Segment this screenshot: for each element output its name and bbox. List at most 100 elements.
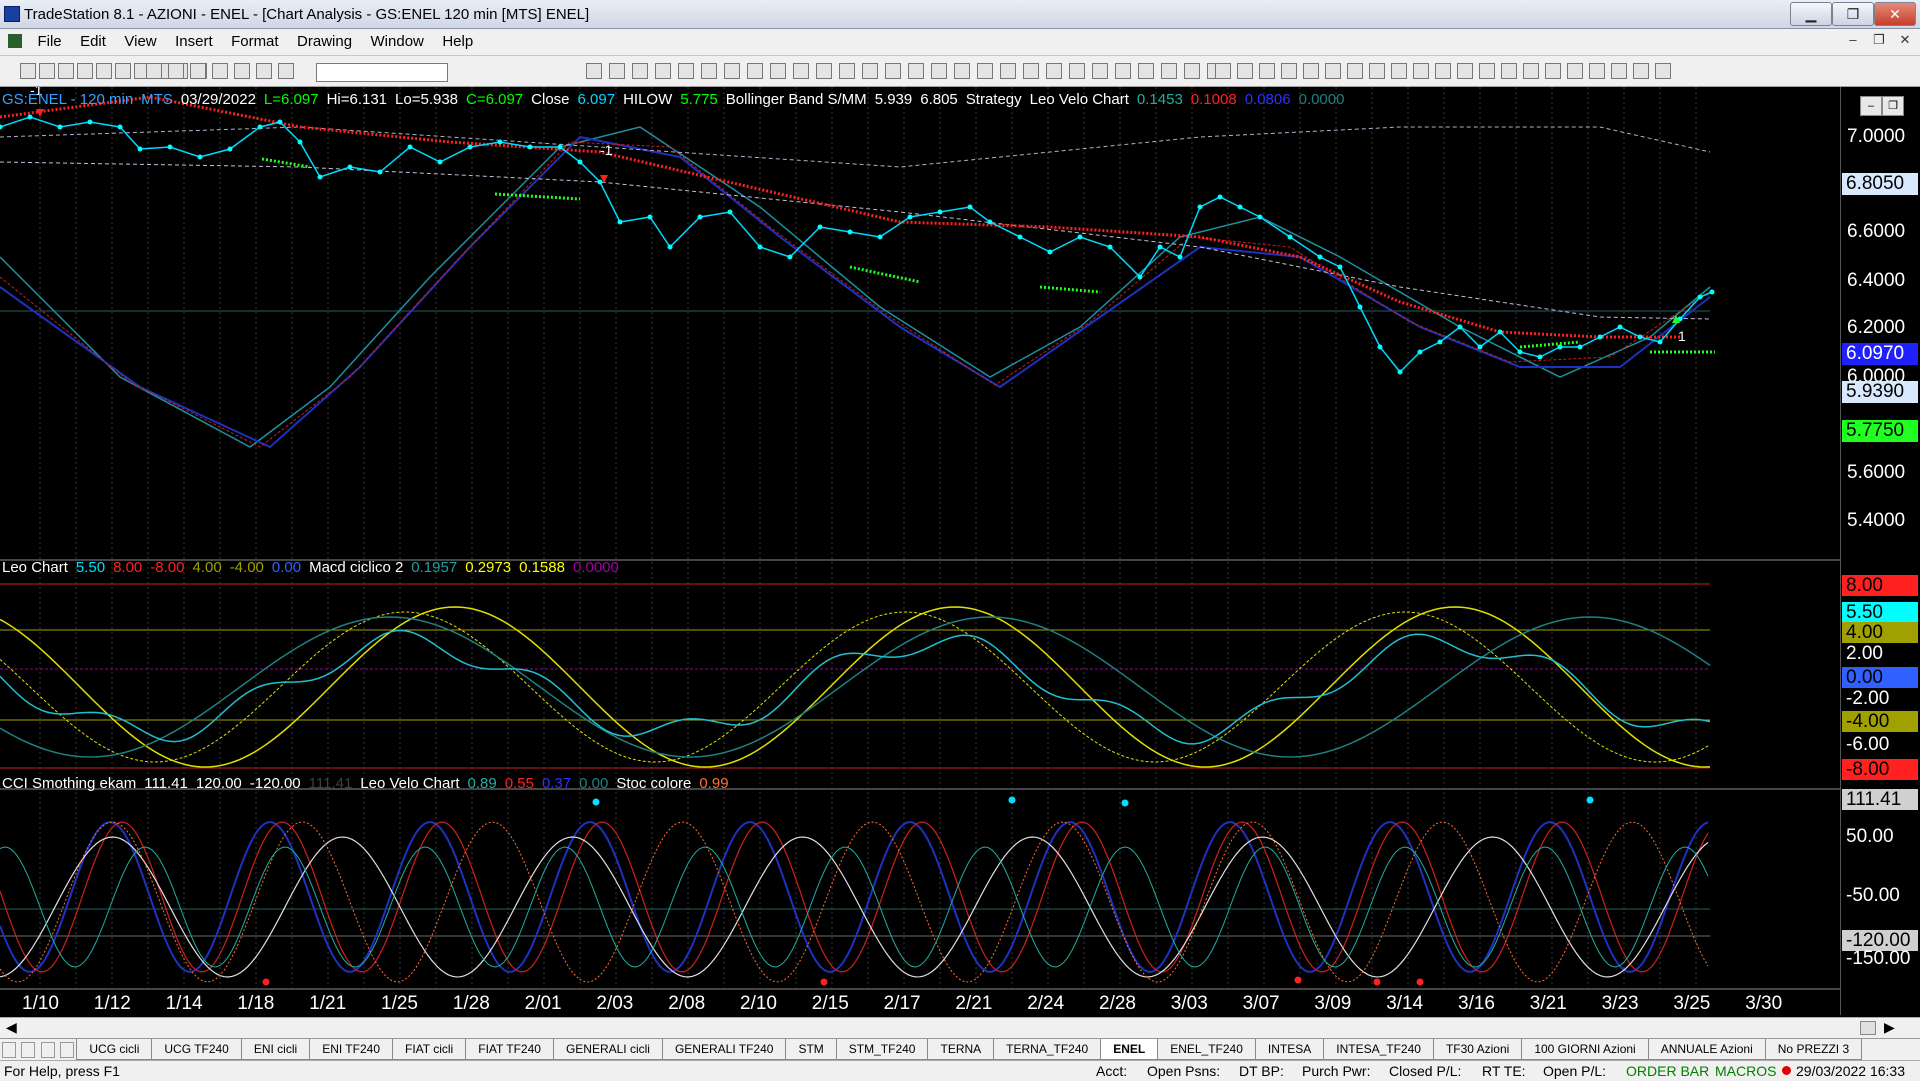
toolbar-button[interactable] bbox=[20, 63, 36, 79]
menu-window[interactable]: Window bbox=[364, 29, 431, 54]
workspace-tab[interactable]: STM bbox=[785, 1039, 837, 1060]
toolbar-button[interactable] bbox=[1567, 63, 1583, 79]
toolbar-button[interactable] bbox=[1138, 63, 1154, 79]
workspace-tab[interactable]: No PREZZI 3 bbox=[1764, 1039, 1863, 1060]
symbol-dropdown[interactable] bbox=[316, 63, 448, 82]
minimize-button[interactable]: ▁ bbox=[1790, 2, 1832, 26]
toolbar-button[interactable] bbox=[1325, 63, 1341, 79]
toolbar-button[interactable] bbox=[1259, 63, 1275, 79]
menu-edit[interactable]: Edit bbox=[73, 29, 113, 54]
scroll-thumb[interactable] bbox=[1860, 1021, 1876, 1035]
toolbar-button[interactable] bbox=[1655, 63, 1671, 79]
toolbar-button[interactable] bbox=[839, 63, 855, 79]
toolbar-button[interactable] bbox=[862, 63, 878, 79]
toolbar-button[interactable] bbox=[1023, 63, 1039, 79]
toolbar-button[interactable] bbox=[1215, 63, 1231, 79]
toolbar-button[interactable] bbox=[1633, 63, 1649, 79]
toolbar-button[interactable] bbox=[586, 63, 602, 79]
toolbar-button[interactable] bbox=[632, 63, 648, 79]
toolbar-button[interactable] bbox=[1237, 63, 1253, 79]
toolbar-button[interactable] bbox=[885, 63, 901, 79]
workspace-tab[interactable]: 100 GIORNI Azioni bbox=[1521, 1039, 1649, 1060]
tab-next-icon[interactable] bbox=[40, 1042, 55, 1058]
toolbar-button[interactable] bbox=[1413, 63, 1429, 79]
toolbar-button[interactable] bbox=[115, 63, 131, 79]
toolbar-button[interactable] bbox=[724, 63, 740, 79]
toolbar-button[interactable] bbox=[1435, 63, 1451, 79]
toolbar-button[interactable] bbox=[816, 63, 832, 79]
toolbar-button[interactable] bbox=[931, 63, 947, 79]
workspace-tab[interactable]: UCG TF240 bbox=[151, 1039, 242, 1060]
workspace-tab[interactable]: ENEL_TF240 bbox=[1157, 1039, 1256, 1060]
workspace-tab[interactable]: FIAT TF240 bbox=[465, 1039, 554, 1060]
toolbar-button[interactable] bbox=[1589, 63, 1605, 79]
toolbar-button[interactable] bbox=[96, 63, 112, 79]
workspace-tab[interactable]: FIAT cicli bbox=[392, 1039, 467, 1060]
toolbar-button[interactable] bbox=[146, 63, 162, 79]
toolbar-button[interactable] bbox=[1369, 63, 1385, 79]
toolbar-button[interactable] bbox=[609, 63, 625, 79]
scroll-left-icon[interactable]: ◀ bbox=[6, 1019, 17, 1036]
tab-prev-icon[interactable] bbox=[21, 1042, 36, 1058]
toolbar-button[interactable] bbox=[1479, 63, 1495, 79]
toolbar-button[interactable] bbox=[1069, 63, 1085, 79]
workspace-tab[interactable]: ANNUALE Azioni bbox=[1647, 1039, 1766, 1060]
toolbar-button[interactable] bbox=[1115, 63, 1131, 79]
mdi-restore-icon[interactable]: ❐ bbox=[1868, 32, 1890, 50]
restore-button[interactable]: ❐ bbox=[1832, 2, 1874, 26]
toolbar-button[interactable] bbox=[701, 63, 717, 79]
horizontal-scrollbar[interactable]: ◀ ▶ bbox=[0, 1017, 1920, 1038]
toolbar-button[interactable] bbox=[793, 63, 809, 79]
toolbar-button[interactable] bbox=[977, 63, 993, 79]
toolbar-button[interactable] bbox=[278, 63, 294, 79]
workspace-tab[interactable]: ENEL bbox=[1100, 1039, 1159, 1060]
toolbar-button[interactable] bbox=[212, 63, 228, 79]
workspace-tab[interactable]: ENI cicli bbox=[240, 1039, 311, 1060]
toolbar-button[interactable] bbox=[678, 63, 694, 79]
toolbar-button[interactable] bbox=[58, 63, 74, 79]
toolbar-button[interactable] bbox=[1611, 63, 1627, 79]
workspace-tab[interactable]: GENERALI TF240 bbox=[661, 1039, 787, 1060]
toolbar-button[interactable] bbox=[1046, 63, 1062, 79]
toolbar-button[interactable] bbox=[1000, 63, 1016, 79]
toolbar-button[interactable] bbox=[1457, 63, 1473, 79]
mdi-minimize-icon[interactable]: – bbox=[1842, 32, 1864, 50]
toolbar-button[interactable] bbox=[234, 63, 250, 79]
toolbar-button[interactable] bbox=[1347, 63, 1363, 79]
pane-minimize-icon[interactable]: – bbox=[1860, 96, 1882, 116]
pane-restore-icon[interactable]: ❐ bbox=[1882, 96, 1904, 116]
toolbar-button[interactable] bbox=[39, 63, 55, 79]
toolbar-button[interactable] bbox=[1281, 63, 1297, 79]
toolbar-button[interactable] bbox=[908, 63, 924, 79]
menu-format[interactable]: Format bbox=[224, 29, 286, 54]
toolbar-button[interactable] bbox=[770, 63, 786, 79]
status-macros[interactable]: MACROS bbox=[1715, 1063, 1776, 1079]
toolbar-button[interactable] bbox=[1523, 63, 1539, 79]
toolbar-button[interactable] bbox=[1184, 63, 1200, 79]
toolbar-button[interactable] bbox=[655, 63, 671, 79]
chart-area[interactable]: -1 -1 1 bbox=[0, 82, 1840, 1015]
scroll-right-icon[interactable]: ▶ bbox=[1884, 1019, 1895, 1036]
toolbar-button[interactable] bbox=[747, 63, 763, 79]
status-orderbar[interactable]: ORDER BAR bbox=[1626, 1063, 1709, 1079]
workspace-tab[interactable]: INTESA_TF240 bbox=[1323, 1039, 1434, 1060]
toolbar-button[interactable] bbox=[77, 63, 93, 79]
tab-first-icon[interactable] bbox=[2, 1042, 16, 1058]
tab-last-icon[interactable] bbox=[60, 1042, 75, 1058]
toolbar-button[interactable] bbox=[190, 63, 206, 79]
toolbar-button[interactable] bbox=[1391, 63, 1407, 79]
toolbar-button[interactable] bbox=[1092, 63, 1108, 79]
workspace-tab[interactable]: STM_TF240 bbox=[835, 1039, 929, 1060]
toolbar-button[interactable] bbox=[1501, 63, 1517, 79]
toolbar-button[interactable] bbox=[168, 63, 184, 79]
workspace-tab[interactable]: ENI TF240 bbox=[309, 1039, 393, 1060]
menu-drawing[interactable]: Drawing bbox=[290, 29, 359, 54]
menu-view[interactable]: View bbox=[117, 29, 163, 54]
toolbar-button[interactable] bbox=[1545, 63, 1561, 79]
menu-file[interactable]: File bbox=[30, 29, 68, 54]
close-button[interactable]: ✕ bbox=[1874, 2, 1916, 26]
workspace-tab[interactable]: INTESA bbox=[1254, 1039, 1325, 1060]
toolbar-button[interactable] bbox=[1161, 63, 1177, 79]
toolbar-button[interactable] bbox=[954, 63, 970, 79]
workspace-tab[interactable]: TF30 Azioni bbox=[1432, 1039, 1523, 1060]
